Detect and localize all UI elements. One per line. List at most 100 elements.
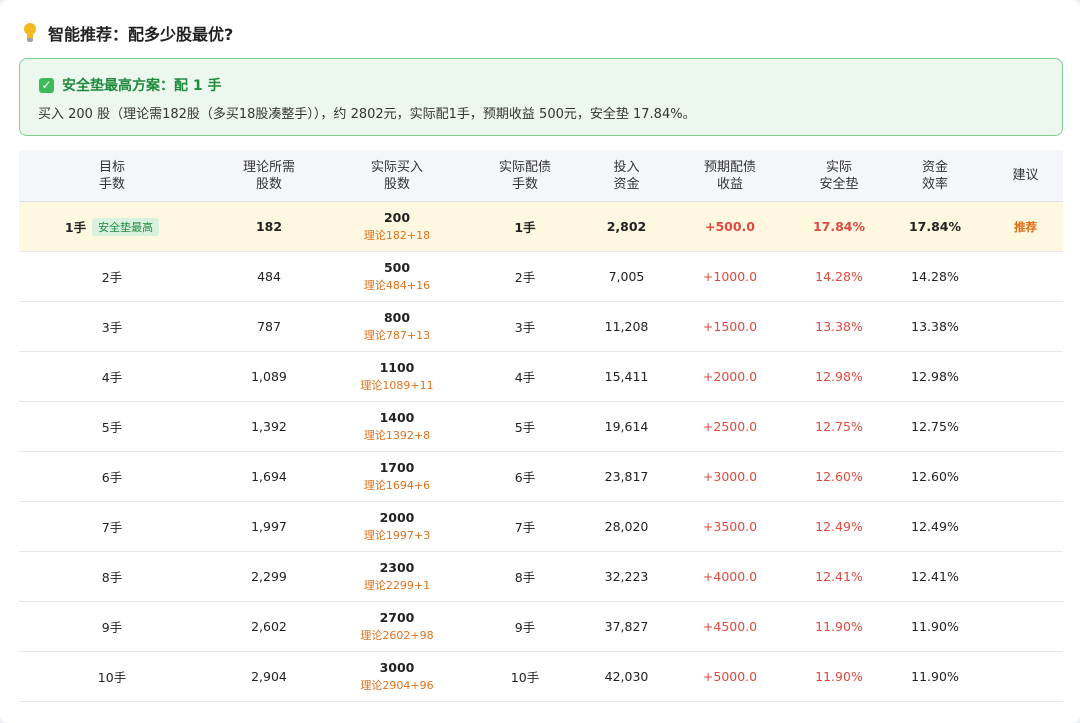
table-row[interactable]: 10手 2,904 3000 理论2904+96 10手 42,030 +5000.0 11.… [19, 652, 1063, 702]
safety-cell: 13.38% [796, 302, 882, 351]
efficiency-cell: 12.60% [882, 452, 988, 501]
efficiency-cell: 11.90% [882, 652, 988, 701]
efficiency-cell: 12.49% [882, 502, 988, 551]
actual-shares-cell: 800 理论787+13 [333, 302, 461, 351]
capital-value: 32,223 [604, 569, 649, 584]
capital-value: 28,020 [604, 519, 649, 534]
theory-shares-value: 1,392 [251, 419, 287, 434]
table-row[interactable]: 7手 1,997 2000 理论1997+3 7手 28,020 +3500.0 12.49%… [19, 502, 1063, 552]
capital-cell: 11,208 [589, 302, 664, 351]
advice-cell [988, 602, 1063, 651]
table-header-row: 目标 手数 理论所需 股数 实际买入 股数 实际配债 手数 投入 资金 预期配债 收益 实际 安全垫 资金效… [19, 150, 1063, 202]
column-header-label: 效率 [921, 176, 948, 192]
income-value: +2000.0 [702, 369, 758, 384]
efficiency-cell: 17.84% [882, 202, 988, 251]
capital-value: 37,827 [604, 619, 649, 634]
target-lots: 9手 [102, 617, 122, 636]
target-lots-cell: 7手 [19, 502, 205, 551]
bond-lots-value: 9手 [514, 620, 536, 635]
bond-lots-value: 6手 [514, 470, 536, 485]
efficiency-cell: 12.98% [882, 352, 988, 401]
theory-shares-cell: 182 [205, 202, 333, 251]
page-title: 智能推荐：配多少股最优? [48, 25, 234, 44]
safety-cell: 12.60% [796, 452, 882, 501]
efficiency-value: 11.90% [911, 669, 959, 684]
column-header-label: 资金 [613, 176, 640, 192]
advice-cell [988, 402, 1063, 451]
target-lots: 10手 [98, 667, 126, 686]
bond-lots-cell: 7手 [461, 502, 589, 551]
actual-shares-note: 理论182+18 [363, 229, 431, 242]
income-cell: +1500.0 [664, 302, 796, 351]
safety-value: 13.38% [815, 319, 863, 334]
safety-value: 12.41% [815, 569, 863, 584]
theory-shares-cell: 484 [205, 252, 333, 301]
capital-cell: 7,005 [589, 252, 664, 301]
table-row[interactable]: 3手 787 800 理论787+13 3手 11,208 +1500.0 13.38% 13.… [19, 302, 1063, 352]
target-lots-value: 8手 [101, 570, 123, 585]
actual-shares-value: 800 [383, 310, 411, 325]
efficiency-value: 11.90% [911, 619, 959, 634]
capital-cell: 2,802 [589, 202, 664, 251]
column-header-label: 实际买入 [370, 159, 423, 175]
income-value: +2500.0 [702, 419, 758, 434]
advice-cell [988, 502, 1063, 551]
table-row[interactable]: 8手 2,299 2300 理论2299+1 8手 32,223 +4000.0 12.41%… [19, 552, 1063, 602]
actual-shares-note: 理论484+16 [363, 279, 431, 292]
bond-lots-value: 3手 [514, 320, 536, 335]
table-row[interactable]: 5手 1,392 1400 理论1392+8 5手 19,614 +2500.0 12.75%… [19, 402, 1063, 452]
column-header: 理论所需 股数 [205, 150, 333, 201]
theory-shares-cell: 2,299 [205, 552, 333, 601]
target-lots-cell: 8手 [19, 552, 205, 601]
income-cell: +5000.0 [664, 652, 796, 701]
actual-shares-note: 理论2299+1 [363, 579, 431, 592]
bond-lots-value: 1手 [514, 220, 536, 235]
column-header-label: 收益 [716, 176, 743, 192]
income-cell: +1000.0 [664, 252, 796, 301]
efficiency-value: 14.28% [911, 269, 959, 284]
safety-value: 17.84% [812, 219, 866, 234]
actual-shares-note: 理论1392+8 [363, 429, 431, 442]
income-cell: +500.0 [664, 202, 796, 251]
table-row[interactable]: 4手 1,089 1100 理论1089+11 4手 15,411 +2000.0 12.98… [19, 352, 1063, 402]
actual-shares-value: 2000 [379, 510, 415, 525]
target-lots-cell: 6手 [19, 452, 205, 501]
capital-value: 15,411 [604, 369, 649, 384]
actual-shares-cell: 1700 理论1694+6 [333, 452, 461, 501]
safety-value: 12.49% [815, 519, 863, 534]
target-lots-cell: 5手 [19, 402, 205, 451]
capital-value: 11,208 [604, 319, 649, 334]
column-header-label: 股数 [255, 176, 282, 192]
column-header-label: 目标 [98, 159, 125, 175]
safety-cell: 12.41% [796, 552, 882, 601]
theory-shares-cell: 2,904 [205, 652, 333, 701]
target-lots-cell: 10手 [19, 652, 205, 701]
target-lots-value: 6手 [101, 470, 123, 485]
check-icon: ✓ [39, 77, 54, 93]
table-row[interactable]: 1手 安全垫最高 182 200 理论182+18 1手 2,802 +500.0 17.84%… [19, 202, 1063, 252]
column-header-label: 股数 [383, 176, 410, 192]
column-header-label: 手数 [511, 176, 538, 192]
column-header: 建议 [988, 150, 1063, 201]
target-lots-value: 4手 [101, 370, 123, 385]
actual-shares-value: 1700 [379, 460, 415, 475]
actual-shares-value: 2300 [379, 560, 415, 575]
theory-shares-value: 182 [255, 219, 283, 234]
efficiency-cell: 11.90% [882, 602, 988, 651]
capital-value: 7,005 [608, 269, 645, 284]
table-row[interactable]: 2手 484 500 理论484+16 2手 7,005 +1000.0 14.28% 14.2… [19, 252, 1063, 302]
column-header-label: 理论所需 [242, 159, 295, 175]
target-lots-value: 9手 [101, 620, 123, 635]
column-header: 实际 安全垫 [796, 150, 882, 201]
safety-cell: 17.84% [796, 202, 882, 251]
income-cell: +4000.0 [664, 552, 796, 601]
table-row[interactable]: 6手 1,694 1700 理论1694+6 6手 23,817 +3000.0 12.60%… [19, 452, 1063, 502]
income-cell: +2000.0 [664, 352, 796, 401]
income-cell: +4500.0 [664, 602, 796, 651]
best-plan-banner: ✓ 安全垫最高方案：配 1 手 买入 200 股（理论需182股（多买18股凑整… [19, 58, 1063, 136]
table-row[interactable]: 9手 2,602 2700 理论2602+98 9手 37,827 +4500.0 11.90… [19, 602, 1063, 652]
actual-shares-cell: 2300 理论2299+1 [333, 552, 461, 601]
target-lots-value: 7手 [101, 520, 123, 535]
income-value: +3500.0 [702, 519, 758, 534]
column-header-label: 安全垫 [819, 176, 859, 192]
